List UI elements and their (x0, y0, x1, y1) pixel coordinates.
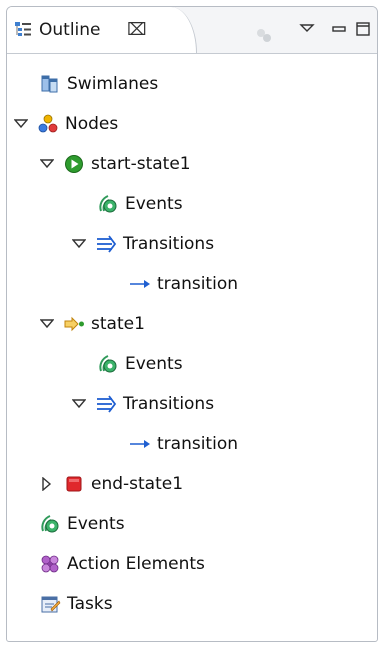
events-icon (97, 193, 119, 215)
tree-item-end-state[interactable]: end-state1 (39, 464, 183, 504)
view-title: Outline (39, 20, 101, 40)
tree-item-label: Transitions (123, 394, 215, 414)
tree-item-label: Nodes (65, 114, 119, 134)
transitions-icon (95, 233, 117, 255)
tree-item-start-transition[interactable]: transition (129, 264, 238, 304)
collapsed-chevron-icon[interactable] (39, 476, 55, 492)
outline-view-icon (14, 21, 32, 39)
tree-item-label: transition (157, 434, 238, 454)
tree-item-label: end-state1 (91, 474, 184, 494)
events-icon (97, 353, 119, 375)
tree-item-events[interactable]: Events (39, 504, 125, 544)
start-state-icon (63, 153, 85, 175)
tree-item-label: Events (125, 194, 183, 214)
expanded-chevron-icon[interactable] (71, 396, 87, 412)
events-icon (39, 513, 61, 535)
tree-item-label: transition (157, 274, 238, 294)
tree-item-action-elements[interactable]: Action Elements (39, 544, 205, 584)
tree-item-state-transitions[interactable]: Transitions (71, 384, 214, 424)
expanded-chevron-icon[interactable] (39, 156, 55, 172)
view-tab-bar: Outline ⌧ (7, 7, 377, 54)
tree-item-start-events[interactable]: Events (97, 184, 183, 224)
tasks-icon (39, 593, 61, 615)
tree-item-start-transitions[interactable]: Transitions (71, 224, 214, 264)
tree-item-state[interactable]: state1 (39, 304, 145, 344)
transitions-icon (95, 393, 117, 415)
nodes-icon (37, 113, 59, 135)
expanded-chevron-icon[interactable] (71, 236, 87, 252)
outline-tab[interactable]: Outline ⌧ (7, 7, 197, 53)
tree-item-nodes[interactable]: Nodes (13, 104, 118, 144)
tree-item-label: state1 (91, 314, 145, 334)
tree-item-state-transition[interactable]: transition (129, 424, 238, 464)
close-tab-icon[interactable]: ⌧ (127, 21, 147, 39)
transition-arrow-icon (129, 273, 151, 295)
expanded-chevron-icon[interactable] (39, 316, 55, 332)
swimlanes-icon (39, 73, 61, 95)
action-elements-icon (39, 553, 61, 575)
tree-item-label: Events (67, 514, 125, 534)
tree-item-label: Tasks (67, 594, 113, 614)
tree-item-state-events[interactable]: Events (97, 344, 183, 384)
link-with-editor-icon[interactable] (255, 27, 273, 45)
view-menu-icon[interactable] (299, 21, 315, 37)
tree-item-swimlanes[interactable]: Swimlanes (39, 64, 158, 104)
tree-item-label: Swimlanes (67, 74, 159, 94)
transition-arrow-icon (129, 433, 151, 455)
minimize-icon[interactable] (331, 21, 347, 37)
maximize-icon[interactable] (355, 21, 371, 37)
tree-item-label: start-state1 (91, 154, 191, 174)
state-icon (63, 313, 85, 335)
tree-item-label: Events (125, 354, 183, 374)
tree-item-tasks[interactable]: Tasks (39, 584, 113, 624)
tree-item-label: Transitions (123, 234, 215, 254)
tree-item-label: Action Elements (67, 554, 205, 574)
expanded-chevron-icon[interactable] (13, 116, 29, 132)
outline-view: Outline ⌧ Swimlanes Nodes start-state1 E… (6, 6, 378, 642)
end-state-icon (63, 473, 85, 495)
tree-item-start-state[interactable]: start-state1 (39, 144, 191, 184)
